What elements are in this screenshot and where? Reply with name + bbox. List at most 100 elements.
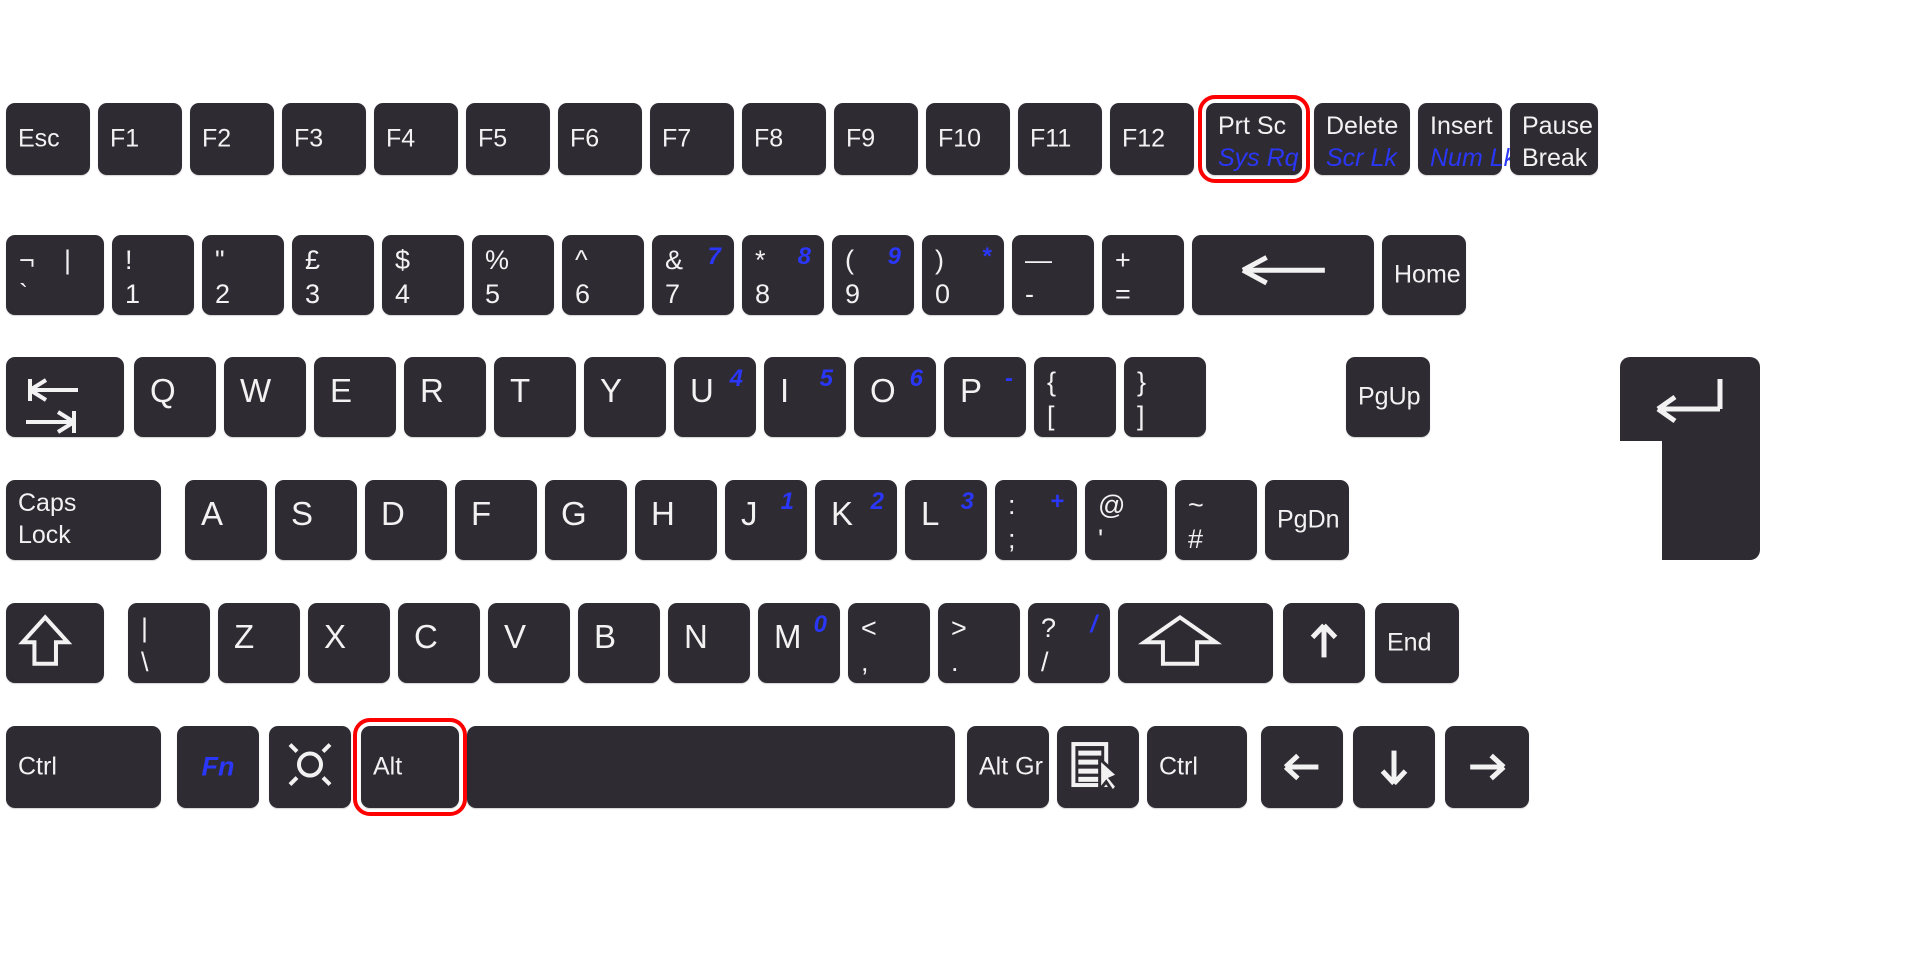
key-prtsc[interactable]: Prt Sc Sys Rq (1198, 95, 1310, 183)
key-f7[interactable]: F7 (650, 103, 734, 175)
key-legend-upper: " (215, 245, 225, 275)
key-f6[interactable]: F6 (558, 103, 642, 175)
key-t[interactable]: T (494, 357, 576, 437)
key-rbracket[interactable]: }] (1124, 357, 1206, 437)
key-7[interactable]: & 7 7 (652, 235, 734, 315)
key-f[interactable]: F (455, 480, 537, 560)
key-z[interactable]: Z (218, 603, 300, 683)
key-backtick[interactable]: ¬ | ` (6, 235, 104, 315)
key-r[interactable]: R (404, 357, 486, 437)
key-legend: A (201, 495, 224, 532)
key-pause[interactable]: Pause Break (1510, 103, 1598, 175)
key-8[interactable]: * 8 8 (742, 235, 824, 315)
key-f1[interactable]: F1 (98, 103, 182, 175)
key-w[interactable]: W (224, 357, 306, 437)
key-o[interactable]: O6 (854, 357, 936, 437)
key-lalt[interactable]: Alt (353, 718, 467, 816)
key-home[interactable]: Home (1382, 235, 1466, 315)
key-menu[interactable] (1057, 726, 1139, 808)
key-2[interactable]: " 2 (202, 235, 284, 315)
key-1[interactable]: ! 1 (112, 235, 194, 315)
key-arrowright[interactable] (1445, 726, 1529, 808)
key-f12[interactable]: F12 (1110, 103, 1194, 175)
key-legend-upper: } (1137, 367, 1147, 397)
key-backspace[interactable] (1192, 235, 1374, 315)
key-d[interactable]: D (365, 480, 447, 560)
key-rctrl[interactable]: Ctrl (1147, 726, 1247, 808)
key-m[interactable]: M0 (758, 603, 840, 683)
key-legend-upper: — (1025, 245, 1052, 275)
key-legend: Alt (373, 752, 403, 781)
key-p[interactable]: P- (944, 357, 1026, 437)
key-4[interactable]: $4 (382, 235, 464, 315)
key-u[interactable]: U4 (674, 357, 756, 437)
key-h[interactable]: H (635, 480, 717, 560)
key-arrowup[interactable] (1283, 603, 1365, 683)
key-6[interactable]: ^ 6 (562, 235, 644, 315)
key-altgr[interactable]: Alt Gr (967, 726, 1049, 808)
key-f2[interactable]: F2 (190, 103, 274, 175)
key-f10[interactable]: F10 (926, 103, 1010, 175)
key-lshift[interactable] (6, 603, 104, 683)
key-pgup[interactable]: PgUp (1346, 357, 1430, 437)
key-9[interactable]: (9 9 (832, 235, 914, 315)
key-period[interactable]: >. (938, 603, 1020, 683)
key-y[interactable]: Y (584, 357, 666, 437)
key-space[interactable] (467, 726, 955, 808)
key-legend-upper: ¬ (19, 245, 35, 275)
key-5[interactable]: % 5 (472, 235, 554, 315)
key-b[interactable]: B (578, 603, 660, 683)
key-insert[interactable]: Insert Num Lk (1418, 103, 1516, 175)
key-a[interactable]: A (185, 480, 267, 560)
key-legend: F9 (846, 124, 876, 153)
key-f8[interactable]: F8 (742, 103, 826, 175)
key-f11[interactable]: F11 (1018, 103, 1102, 175)
key-g[interactable]: G (545, 480, 627, 560)
key-slash[interactable]: ? / / (1028, 603, 1110, 683)
key-rshift[interactable] (1118, 603, 1273, 683)
super-icon (269, 726, 351, 808)
key-end[interactable]: End (1375, 603, 1459, 683)
key-capslock[interactable]: Caps Lock (6, 480, 161, 560)
key-n[interactable]: N (668, 603, 750, 683)
key-f9[interactable]: F9 (834, 103, 918, 175)
key-c[interactable]: C (398, 603, 480, 683)
key-lctrl[interactable]: Ctrl (6, 726, 161, 808)
key-i[interactable]: I5 (764, 357, 846, 437)
key-v[interactable]: V (488, 603, 570, 683)
numpad-overlay-legend: 7 (707, 243, 721, 270)
key-f3[interactable]: F3 (282, 103, 366, 175)
key-e[interactable]: E (314, 357, 396, 437)
key-super[interactable] (269, 726, 351, 808)
key-f4[interactable]: F4 (374, 103, 458, 175)
key-pgdn[interactable]: PgDn (1265, 480, 1349, 560)
key-arrowdown[interactable] (1353, 726, 1435, 808)
key-semicolon[interactable]: :; + (995, 480, 1077, 560)
key-j[interactable]: J1 (725, 480, 807, 560)
key-legend: O (870, 372, 896, 409)
key-legend: H (651, 495, 675, 532)
key-minus[interactable]: — - (1012, 235, 1094, 315)
key-3[interactable]: £3 (292, 235, 374, 315)
key-backslash[interactable]: | \ (128, 603, 210, 683)
key-s[interactable]: S (275, 480, 357, 560)
key-x[interactable]: X (308, 603, 390, 683)
key-comma[interactable]: <, (848, 603, 930, 683)
key-delete[interactable]: Delete Scr Lk (1314, 103, 1410, 175)
key-tab[interactable] (6, 357, 124, 437)
key-legend-upper: & (665, 245, 684, 275)
key-hash[interactable]: ~ # (1175, 480, 1257, 560)
key-lbracket[interactable]: {[ (1034, 357, 1116, 437)
key-esc[interactable]: Esc (6, 103, 90, 175)
key-k[interactable]: K2 (815, 480, 897, 560)
key-l[interactable]: L3 (905, 480, 987, 560)
key-f5[interactable]: F5 (466, 103, 550, 175)
key-q[interactable]: Q (134, 357, 216, 437)
key-0[interactable]: ) 0 * (922, 235, 1004, 315)
key-fn[interactable]: Fn (177, 726, 259, 808)
key-apostrophe[interactable]: @ ' (1085, 480, 1167, 560)
key-legend: Delete (1326, 112, 1399, 140)
key-arrowleft[interactable] (1261, 726, 1343, 808)
key-enter[interactable] (1620, 357, 1760, 560)
key-equals[interactable]: + = (1102, 235, 1184, 315)
